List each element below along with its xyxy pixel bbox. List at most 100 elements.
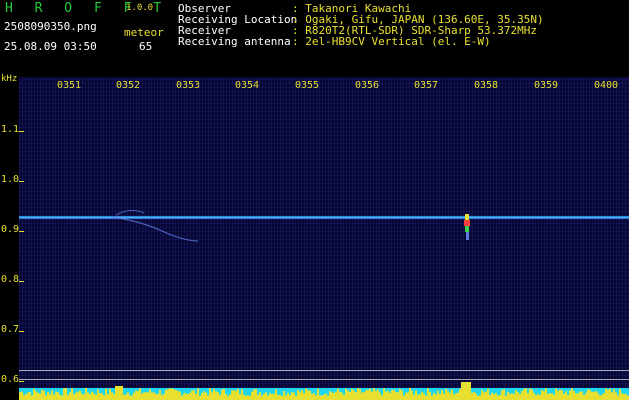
level-spike (347, 390, 349, 400)
level-spike (589, 390, 591, 400)
level-spike (127, 392, 129, 400)
level-spike (27, 392, 29, 400)
level-spike (19, 392, 21, 400)
header: H R O F F T 1.0.0 2508090350.png 25.08.0… (0, 0, 629, 74)
level-spike (587, 389, 589, 400)
level-spike (403, 395, 405, 400)
level-spike (165, 389, 167, 400)
level-spike (85, 388, 87, 400)
freq-tick-mark (19, 181, 24, 182)
level-spike (31, 395, 33, 400)
level-spike (387, 390, 389, 400)
level-spike (343, 395, 345, 400)
level-spike (605, 388, 607, 400)
level-spike (303, 393, 305, 400)
level-spike (41, 389, 43, 400)
level-spike (435, 394, 437, 400)
level-spike (143, 392, 145, 400)
level-spike (575, 393, 577, 400)
level-spike (517, 392, 519, 400)
level-spike (345, 388, 347, 400)
level-spike (607, 389, 609, 400)
level-spike (581, 391, 583, 400)
level-spike (259, 392, 261, 400)
level-spike (507, 391, 509, 400)
level-spike (223, 388, 225, 400)
level-spike (37, 392, 39, 400)
level-spike (365, 390, 367, 400)
level-spike (563, 393, 565, 400)
level-spike (271, 394, 273, 400)
level-spike (351, 388, 353, 400)
level-spike (71, 388, 73, 400)
level-spike (497, 395, 499, 400)
level-spike (75, 392, 77, 400)
level-spike (357, 388, 359, 400)
level-spike (243, 394, 245, 400)
level-spike (567, 394, 569, 400)
level-spike (543, 391, 545, 400)
level-spike (389, 392, 391, 400)
level-spike (533, 392, 535, 400)
level-spike (373, 388, 375, 400)
level-spike (257, 394, 259, 400)
level-spike (189, 392, 191, 400)
level-spike (461, 382, 463, 400)
level-spike (457, 392, 459, 400)
level-spike (235, 390, 237, 400)
level-spike (429, 391, 431, 400)
level-spike (63, 388, 65, 400)
level-spike (221, 389, 223, 400)
level-spike (531, 389, 533, 400)
level-spike (283, 391, 285, 400)
level-spike (451, 389, 453, 400)
level-spike (561, 390, 563, 400)
level-spike (355, 392, 357, 400)
level-spike (261, 395, 263, 400)
level-spike (405, 393, 407, 400)
level-spike (47, 392, 49, 400)
level-spike (213, 389, 215, 400)
reference-line (19, 370, 629, 371)
level-spike (129, 395, 131, 400)
level-spike (173, 389, 175, 400)
time-tick-label: 0400 (594, 80, 619, 91)
level-spike (183, 393, 185, 400)
info-row-antenna: Receiving antenna: 2el-HB9CV Vertical (e… (178, 36, 544, 47)
level-spike (609, 388, 611, 400)
level-spike (149, 389, 151, 400)
level-spike (443, 393, 445, 400)
level-spike (193, 390, 195, 400)
level-spike (597, 392, 599, 400)
freq-tick-label: 0.6 (1, 374, 20, 385)
level-spike (269, 393, 271, 400)
level-spike (593, 391, 595, 400)
time-tick-label: 0352 (116, 80, 141, 91)
level-spike (339, 391, 341, 400)
level-spike (177, 390, 179, 400)
level-spike (137, 390, 139, 400)
level-spike (393, 389, 395, 400)
level-spike (331, 392, 333, 400)
level-spike (385, 391, 387, 400)
level-spike (493, 394, 495, 400)
level-spike (187, 394, 189, 400)
level-spike (327, 395, 329, 400)
level-spike (219, 394, 221, 400)
signal-level-plot (19, 382, 629, 400)
level-spike (93, 393, 95, 400)
level-spike (541, 390, 543, 400)
freq-tick-label: 0.7 (1, 324, 20, 335)
level-spike (191, 390, 193, 400)
level-spike (99, 393, 101, 400)
level-spike (141, 393, 143, 400)
level-spike (45, 395, 47, 400)
level-spike (265, 392, 267, 400)
level-spike (459, 388, 461, 400)
level-spike (487, 388, 489, 400)
level-spike (151, 392, 153, 400)
level-spike (565, 391, 567, 400)
level-spike (227, 395, 229, 400)
level-spike (469, 382, 471, 400)
level-spike (305, 388, 307, 400)
